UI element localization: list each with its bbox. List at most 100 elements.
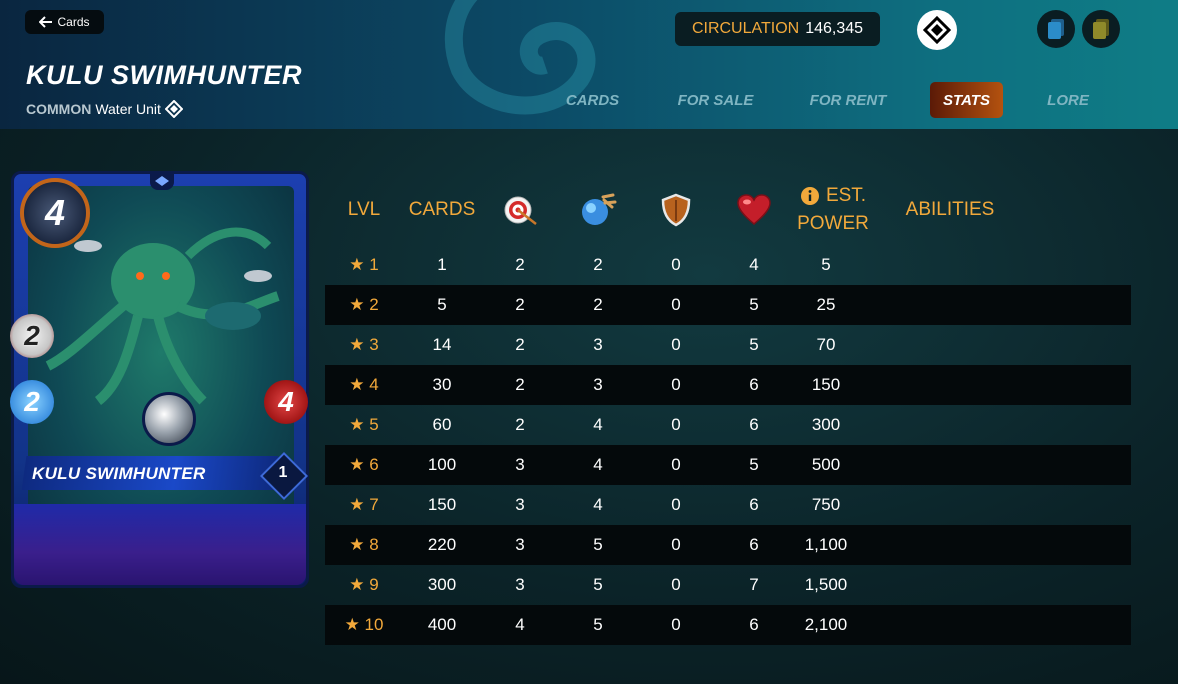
monster-card: KULU SWIMHUNTER 1 4 2 2 4 [10,171,309,588]
table-row: ★ 2 5 2 2 0 5 25 [325,285,1131,325]
cell-cards: 220 [427,535,457,554]
header-power-label: POWER [797,213,869,234]
table-row: ★ 7 150 3 4 0 6 750 [325,485,1131,525]
cell-health: 6 [749,415,759,434]
circulation-box: CIRCULATION 146,345 [675,12,880,46]
card-stack-gold-icon [1093,19,1109,39]
cell-lvl: ★ 7 [349,495,379,514]
header-abilities: ABILITIES [905,199,995,220]
cell-armor: 0 [671,295,681,314]
cell-lvl: ★ 10 [344,615,384,634]
card-subtitle: COMMON Water Unit [26,100,183,118]
cell-ranged: 4 [515,615,525,634]
cell-lvl: ★ 1 [349,255,379,274]
cell-armor: 0 [671,575,681,594]
cell-power: 2,100 [804,615,848,634]
page-title: KULU SWIMHUNTER [26,60,302,90]
blue-deck-button[interactable] [1037,10,1075,48]
cell-health: 5 [749,295,759,314]
cell-cards: 30 [432,375,452,394]
rarity-label: COMMON [26,101,92,117]
cell-ranged: 2 [515,255,525,274]
cell-speed: 3 [593,335,603,354]
cell-speed: 5 [593,535,603,554]
circulation-value: 146,345 [805,20,864,37]
cell-cards: 400 [427,615,457,634]
cell-lvl: ★ 4 [349,375,379,394]
cell-health: 6 [749,375,759,394]
cell-ranged: 2 [515,415,525,434]
cell-ranged: 3 [515,535,525,554]
table-row: ★ 5 60 2 4 0 6 300 [325,405,1131,445]
cell-health: 6 [749,535,759,554]
cell-lvl: ★ 6 [349,455,379,474]
cell-armor: 0 [671,535,681,554]
ranged-attack-icon [504,196,537,225]
cell-power: 500 [811,455,841,474]
cell-health: 7 [749,575,759,594]
edition-small-icon [164,100,183,118]
cell-lvl: ★ 3 [349,335,379,354]
card-name: KULU SWIMHUNTER [32,464,206,483]
cell-armor: 0 [671,615,681,634]
cell-power: 25 [816,295,836,314]
cell-power: 5 [821,255,831,274]
cell-speed: 2 [593,295,603,314]
cell-speed: 2 [593,255,603,274]
cell-health: 6 [749,615,759,634]
cell-cards: 5 [437,295,447,314]
tab-stats[interactable]: STATS [930,82,1003,118]
tab-for-rent[interactable]: FOR RENT [800,82,896,118]
cell-speed: 5 [593,615,603,634]
cell-speed: 4 [593,415,603,434]
info-icon[interactable] [800,186,820,206]
cell-ranged: 2 [515,375,525,394]
back-to-cards-button[interactable]: Cards [25,10,104,34]
cell-armor: 0 [671,335,681,354]
table-row: ★ 8 220 3 5 0 6 1,100 [325,525,1131,565]
header-armor [637,175,715,245]
speed-icon [582,193,617,225]
header-est-power: EST. POWER [793,175,873,245]
cell-power: 300 [811,415,841,434]
health-stat: 4 [264,380,308,424]
cell-speed: 4 [593,495,603,514]
cell-power: 150 [811,375,841,394]
cell-armor: 0 [671,495,681,514]
cell-cards: 150 [427,495,457,514]
edition-badge-icon[interactable] [917,10,957,50]
tab-for-sale[interactable]: FOR SALE [668,82,763,118]
water-element-icon [142,392,196,446]
cell-health: 4 [749,255,759,274]
type-label: Water Unit [95,101,161,117]
back-button-label: Cards [57,15,90,29]
cell-speed: 4 [593,455,603,474]
table-header: LVL CARDS EST. POWER ABILITIES [325,175,1131,245]
circulation-label: CIRCULATION [691,20,800,37]
cell-lvl: ★ 8 [349,535,379,554]
health-icon [737,194,771,225]
cell-lvl: ★ 2 [349,295,379,314]
cell-ranged: 2 [515,335,525,354]
cell-power: 1,500 [804,575,848,594]
card-ability-panel [14,504,306,585]
header-speed [559,175,637,245]
cell-speed: 3 [593,375,603,394]
tab-cards[interactable]: CARDS [555,82,630,118]
gold-deck-button[interactable] [1082,10,1120,48]
table-row: ★ 1 1 2 2 0 4 5 [325,245,1131,285]
tab-lore[interactable]: LORE [1035,82,1101,118]
cell-ranged: 3 [515,575,525,594]
cell-health: 6 [749,495,759,514]
cell-cards: 300 [427,575,457,594]
cell-armor: 0 [671,375,681,394]
header-lvl: LVL [347,199,381,220]
card-level: 1 [278,464,288,481]
cell-armor: 0 [671,415,681,434]
cell-armor: 0 [671,455,681,474]
element-gem-icon [150,172,174,190]
header-bar: Cards KULU SWIMHUNTER COMMON Water Unit … [0,0,1178,129]
mana-cost-badge: 4 [20,178,90,248]
header-health [715,175,793,245]
cell-cards: 14 [432,335,452,354]
